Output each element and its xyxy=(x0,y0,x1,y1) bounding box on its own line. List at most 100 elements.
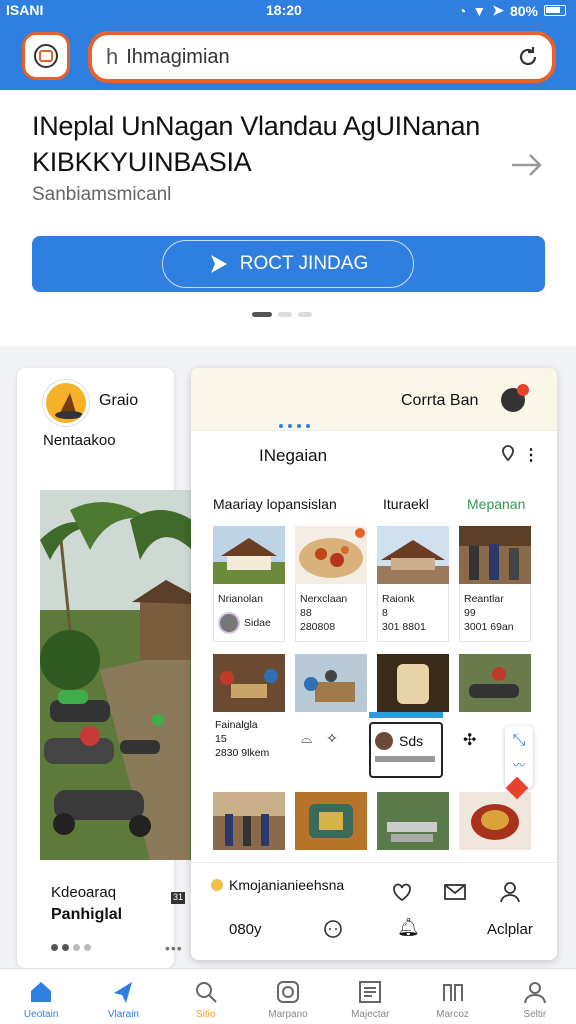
hero-cta-bar: ROCT JINDAG xyxy=(32,236,545,292)
selected-label: Sds xyxy=(399,733,424,749)
expand-icon: ⤡ xyxy=(512,732,526,749)
profile-icon[interactable] xyxy=(499,881,521,908)
home-icon xyxy=(31,982,52,1002)
tile-temple[interactable]: Raionk 8 301 8801 xyxy=(377,526,449,642)
tile-meta: 3001 69an xyxy=(464,621,514,633)
comment-icon[interactable]: ⌓ xyxy=(301,730,312,747)
status-icons: ◔ ▼ ➤ 80% xyxy=(458,2,566,19)
bell-icon[interactable]: 🔔︎ xyxy=(397,917,420,938)
carrier-label: ISANI xyxy=(6,2,44,18)
tile-author: Sidae xyxy=(244,617,271,629)
tile-count: 88 xyxy=(300,607,312,619)
mail-icon[interactable] xyxy=(443,881,467,908)
hero-title: INeplal UnNagan Vlandau AgUINanan KIBKKY… xyxy=(32,111,480,177)
list-icon xyxy=(359,981,382,1003)
user-icon xyxy=(523,982,546,1004)
card-caption: Kdeoaraq xyxy=(51,884,117,901)
card-badge: 31 xyxy=(171,892,185,904)
send-icon xyxy=(210,255,227,273)
nav-list[interactable]: Majectar xyxy=(329,969,411,1024)
tile-house[interactable]: Nrianolan Sidae xyxy=(213,526,285,642)
place-location: Nentaakoo xyxy=(43,432,116,449)
loading-dots xyxy=(279,424,310,428)
tile-bread[interactable]: Sds xyxy=(369,654,449,778)
avatar xyxy=(375,732,393,750)
tile-dish[interactable] xyxy=(459,792,531,850)
more-vertical-icon[interactable]: ⋮ xyxy=(523,447,539,463)
category-icon xyxy=(211,879,223,891)
battery-label: 80% xyxy=(509,2,538,19)
nav-explore[interactable]: Vlarain xyxy=(82,969,164,1024)
search-bar[interactable]: h xyxy=(88,31,556,83)
tile-count: 8 xyxy=(382,607,388,619)
tile-crafts[interactable]: ⌓ ✧ xyxy=(295,654,367,765)
carousel-dots[interactable] xyxy=(252,312,312,317)
top-bar: h xyxy=(0,22,576,90)
floating-tool-button[interactable]: ⤡ 〰 xyxy=(505,726,533,800)
location-icon: ➤ xyxy=(492,2,504,18)
tile-crowd[interactable] xyxy=(213,792,285,850)
tab-food[interactable]: Mepanan xyxy=(467,496,525,512)
hero-cta-label: ROCT JINDAG xyxy=(239,253,369,274)
tile-title: Reantlar xyxy=(464,593,504,605)
tab-overview[interactable]: Maariay lopansislan xyxy=(213,496,337,512)
hero-cta-button[interactable]: ROCT JINDAG xyxy=(162,240,414,288)
search-cursor: h xyxy=(106,44,119,69)
app-logo-icon[interactable] xyxy=(22,32,70,80)
status-bar: ISANI 18:20 ◔ ▼ ➤ 80% xyxy=(0,0,576,22)
left-place-card[interactable]: Graio Nentaakoo Kdeoaraq Panhiglal 31 ••… xyxy=(17,368,192,968)
battery-icon xyxy=(544,5,566,16)
nav-map[interactable]: Marpano xyxy=(247,969,329,1024)
map-icon xyxy=(276,981,299,1003)
more-icon[interactable]: ••• xyxy=(165,940,183,956)
detail-panel: Corrta Ban INegaian ⋮ Maariay lopansisla… xyxy=(191,368,557,960)
tile-count: 99 xyxy=(464,607,476,619)
hero-subtitle: Sanbiamsmicanl xyxy=(32,184,172,205)
nav-search[interactable]: Sitio xyxy=(165,969,247,1024)
panel-header: Corrta Ban xyxy=(191,368,557,430)
panel-actions: ⋮ xyxy=(499,444,539,467)
nav-home[interactable]: Ueotain xyxy=(0,969,82,1024)
tile-food[interactable]: Nerxclaan 88 280808 xyxy=(295,526,367,642)
nav-saved[interactable]: Marcoz xyxy=(411,969,493,1024)
card-title: Panhiglal xyxy=(51,906,123,923)
nav-profile[interactable]: Seltir xyxy=(494,969,576,1024)
user-avatar[interactable] xyxy=(501,384,529,412)
signal-icon: ▼ xyxy=(472,2,487,19)
tile-count: 15 xyxy=(215,733,227,745)
location-pin-icon[interactable] xyxy=(499,444,517,467)
selected-tile-card[interactable]: Sds xyxy=(369,722,443,778)
panel-bottom-label[interactable]: Kmojanianieehsna xyxy=(229,877,344,893)
tile-people[interactable]: Reantlar 99 3001 69an xyxy=(459,526,531,642)
notification-badge xyxy=(517,384,529,396)
panel-bottom-bar: Kmojanianieehsna 080y 🔔︎ Aclplar xyxy=(191,862,557,960)
chat-icon[interactable] xyxy=(323,919,343,944)
bottom-nav: Ueotain Vlarain Sitio Marpano Majectar M… xyxy=(0,968,576,1024)
tile-title: Raionk xyxy=(382,593,415,605)
tile-meta: 280808 xyxy=(300,621,336,633)
tile-gathering[interactable]: Fainalgla 15 2830 9lkem xyxy=(213,654,285,766)
arrow-right-icon[interactable] xyxy=(510,150,544,185)
wifi-icon: ◔ xyxy=(457,2,467,19)
tile-meta: 301 8801 xyxy=(382,621,426,633)
panel-title: INegaian xyxy=(259,446,328,465)
refresh-icon[interactable] xyxy=(516,45,540,74)
heart-icon[interactable] xyxy=(391,881,413,908)
wave-icon: 〰 xyxy=(512,758,525,772)
search-icon xyxy=(195,982,217,1003)
card-pager-dots[interactable] xyxy=(51,944,91,951)
tile-title: Fainalgla xyxy=(215,719,258,731)
share-icon[interactable]: ✧ xyxy=(326,730,338,747)
panel-bottom-left[interactable]: 080y xyxy=(229,921,262,938)
bookmark-icon xyxy=(442,984,463,1001)
search-input[interactable] xyxy=(126,45,507,69)
village-photo[interactable] xyxy=(40,490,192,860)
tile-market[interactable] xyxy=(377,792,449,850)
clock: 18:20 xyxy=(266,2,302,18)
tab-tourism[interactable]: Ituraekl xyxy=(383,496,429,512)
panel-bottom-right[interactable]: Aclplar xyxy=(487,921,533,938)
tile-title: Nerxclaan xyxy=(300,593,348,605)
place-name: Graio xyxy=(99,392,139,409)
tile-textile[interactable] xyxy=(295,792,367,850)
place-avatar xyxy=(43,380,89,426)
